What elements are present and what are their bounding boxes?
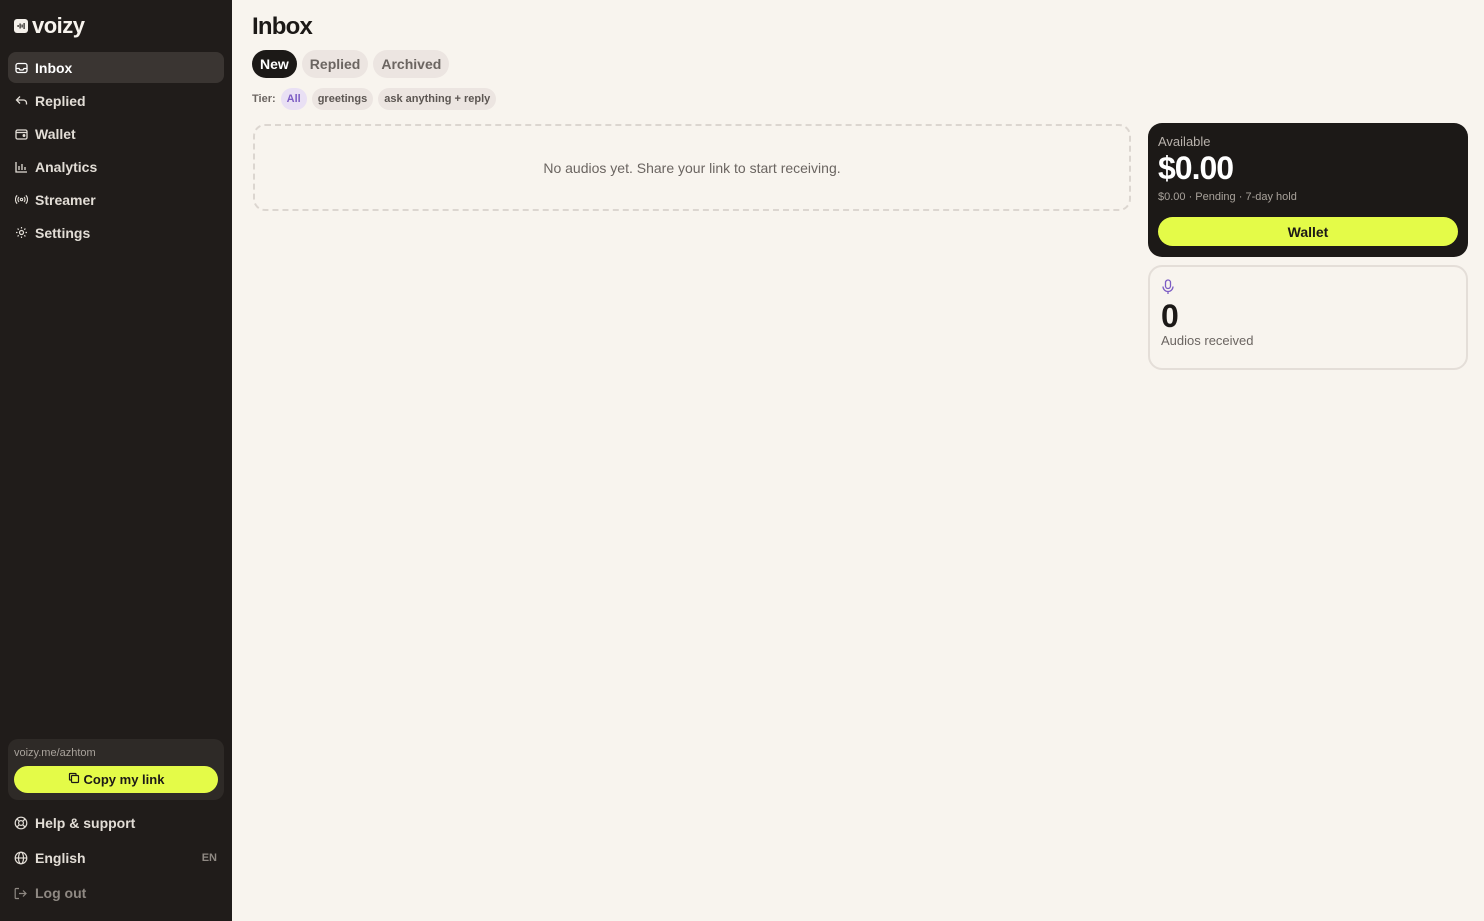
sidebar: voizy Inbox Replied Wallet Analytics Str…	[0, 0, 232, 921]
tier-chip-greetings[interactable]: greetings	[311, 88, 374, 110]
language-label: English	[35, 850, 86, 866]
inbox-tabs: New Replied Archived	[252, 50, 450, 78]
sidebar-nav: Inbox Replied Wallet Analytics Streamer	[8, 52, 224, 250]
tier-chip-ask-anything[interactable]: ask anything + reply	[378, 88, 497, 110]
copy-icon	[68, 772, 80, 787]
audios-received-label: Audios received	[1161, 333, 1254, 348]
copy-link-button[interactable]: Copy my link	[14, 766, 218, 793]
microphone-icon	[1161, 279, 1175, 295]
share-link-box: voizy.me/azhtom Copy my link	[8, 739, 224, 800]
sidebar-item-wallet[interactable]: Wallet	[8, 118, 224, 149]
broadcast-icon	[15, 193, 28, 206]
page-title: Inbox	[252, 13, 313, 40]
tier-filter: Tier: All greetings ask anything + reply	[252, 88, 497, 110]
sidebar-item-inbox[interactable]: Inbox	[8, 52, 224, 83]
logout-icon	[14, 886, 28, 900]
sidebar-item-label: Analytics	[35, 158, 98, 175]
sidebar-item-label: Settings	[35, 224, 91, 241]
language-selector[interactable]: English EN	[8, 844, 224, 872]
pending-info: $0.00 · Pending · 7-day hold	[1158, 191, 1297, 203]
sidebar-item-streamer[interactable]: Streamer	[8, 184, 224, 215]
sidebar-item-label: Replied	[35, 92, 86, 109]
sidebar-item-analytics[interactable]: Analytics	[8, 151, 224, 182]
tab-replied[interactable]: Replied	[301, 50, 369, 78]
tab-archived[interactable]: Archived	[373, 50, 450, 78]
empty-state: No audios yet. Share your link to start …	[253, 124, 1131, 211]
lifebuoy-icon	[14, 816, 28, 830]
inbox-icon	[15, 61, 28, 74]
sidebar-item-label: Inbox	[35, 59, 73, 76]
wallet-icon	[15, 127, 28, 140]
globe-icon	[14, 851, 28, 865]
logout-button[interactable]: Log out	[8, 879, 224, 907]
help-support-label: Help & support	[35, 815, 136, 831]
logo[interactable]: voizy	[14, 14, 85, 38]
sidebar-item-settings[interactable]: Settings	[8, 217, 224, 248]
language-code: EN	[201, 852, 217, 864]
available-amount: $0.00	[1158, 150, 1234, 186]
tier-label: Tier:	[252, 93, 276, 105]
logo-mark-icon	[14, 19, 28, 33]
empty-state-message: No audios yet. Share your link to start …	[543, 159, 841, 176]
copy-link-label: Copy my link	[83, 772, 165, 787]
audios-count: 0	[1161, 298, 1179, 334]
tier-chip-all[interactable]: All	[280, 88, 307, 110]
tab-new[interactable]: New	[252, 50, 297, 78]
wallet-button[interactable]: Wallet	[1158, 217, 1458, 246]
audios-received-card: 0 Audios received	[1148, 265, 1468, 370]
wallet-summary-card: Available $0.00 $0.00 · Pending · 7-day …	[1148, 123, 1468, 257]
gear-icon	[15, 226, 28, 239]
sidebar-item-label: Streamer	[35, 191, 96, 208]
help-support-link[interactable]: Help & support	[8, 809, 224, 837]
bar-chart-icon	[15, 160, 28, 173]
reply-icon	[15, 94, 28, 107]
sidebar-item-replied[interactable]: Replied	[8, 85, 224, 116]
logout-label: Log out	[35, 885, 87, 901]
available-label: Available	[1158, 134, 1211, 149]
profile-link-url: voizy.me/azhtom	[14, 747, 96, 759]
sidebar-item-label: Wallet	[35, 125, 76, 142]
brand-name: voizy	[32, 13, 85, 38]
